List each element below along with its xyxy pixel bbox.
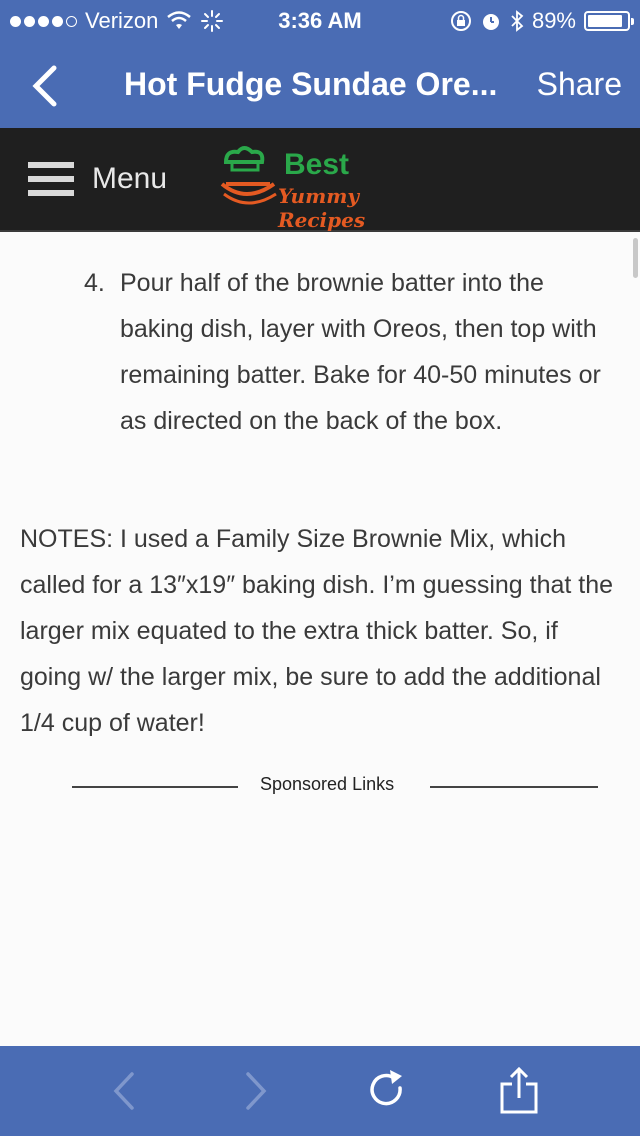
site-logo[interactable]: Best Yummy Recipes xyxy=(216,142,426,232)
share-button[interactable]: Share xyxy=(537,66,622,103)
rotation-lock-icon xyxy=(450,11,471,31)
page-title: Hot Fudge Sundae Ore... xyxy=(124,66,498,102)
step-text: Pour half of the brownie batter into the… xyxy=(120,269,601,435)
browser-toolbar xyxy=(0,1046,640,1136)
menu-button[interactable]: Menu xyxy=(92,162,167,196)
recipe-notes: NOTES: I used a Family Size Brownie Mix,… xyxy=(20,525,614,737)
divider-line-right xyxy=(430,786,598,788)
sponsored-links-label: Sponsored Links xyxy=(260,774,395,794)
battery-icon xyxy=(584,11,634,31)
chevron-left-icon[interactable] xyxy=(28,64,64,108)
status-bar: Verizon 3:36 AM 89% xyxy=(0,0,640,40)
back-arrow-icon[interactable] xyxy=(100,1066,150,1116)
logo-text-yummy-recipes: Yummy Recipes xyxy=(278,184,366,232)
share-icon[interactable] xyxy=(494,1066,544,1116)
reload-icon[interactable] xyxy=(364,1066,414,1116)
site-header: Menu Best Yummy Recipes xyxy=(0,128,640,232)
navigation-bar: Hot Fudge Sundae Ore... Share xyxy=(0,48,640,124)
chef-pot-logo-icon xyxy=(220,146,277,205)
hamburger-menu-icon[interactable] xyxy=(28,162,74,196)
battery-percent: 89% xyxy=(531,8,576,33)
top-bar: Verizon 3:36 AM 89% Hot Fudge Sundae Ore… xyxy=(0,0,640,128)
divider-line-left xyxy=(72,786,238,788)
bluetooth-icon xyxy=(511,10,524,32)
alarm-icon xyxy=(482,14,499,30)
logo-text-best: Best xyxy=(284,148,350,181)
scrollbar[interactable] xyxy=(633,238,638,278)
forward-arrow-icon[interactable] xyxy=(230,1066,280,1116)
sponsored-links-divider: Sponsored Links xyxy=(72,774,598,798)
step-number: 4. xyxy=(84,269,105,297)
